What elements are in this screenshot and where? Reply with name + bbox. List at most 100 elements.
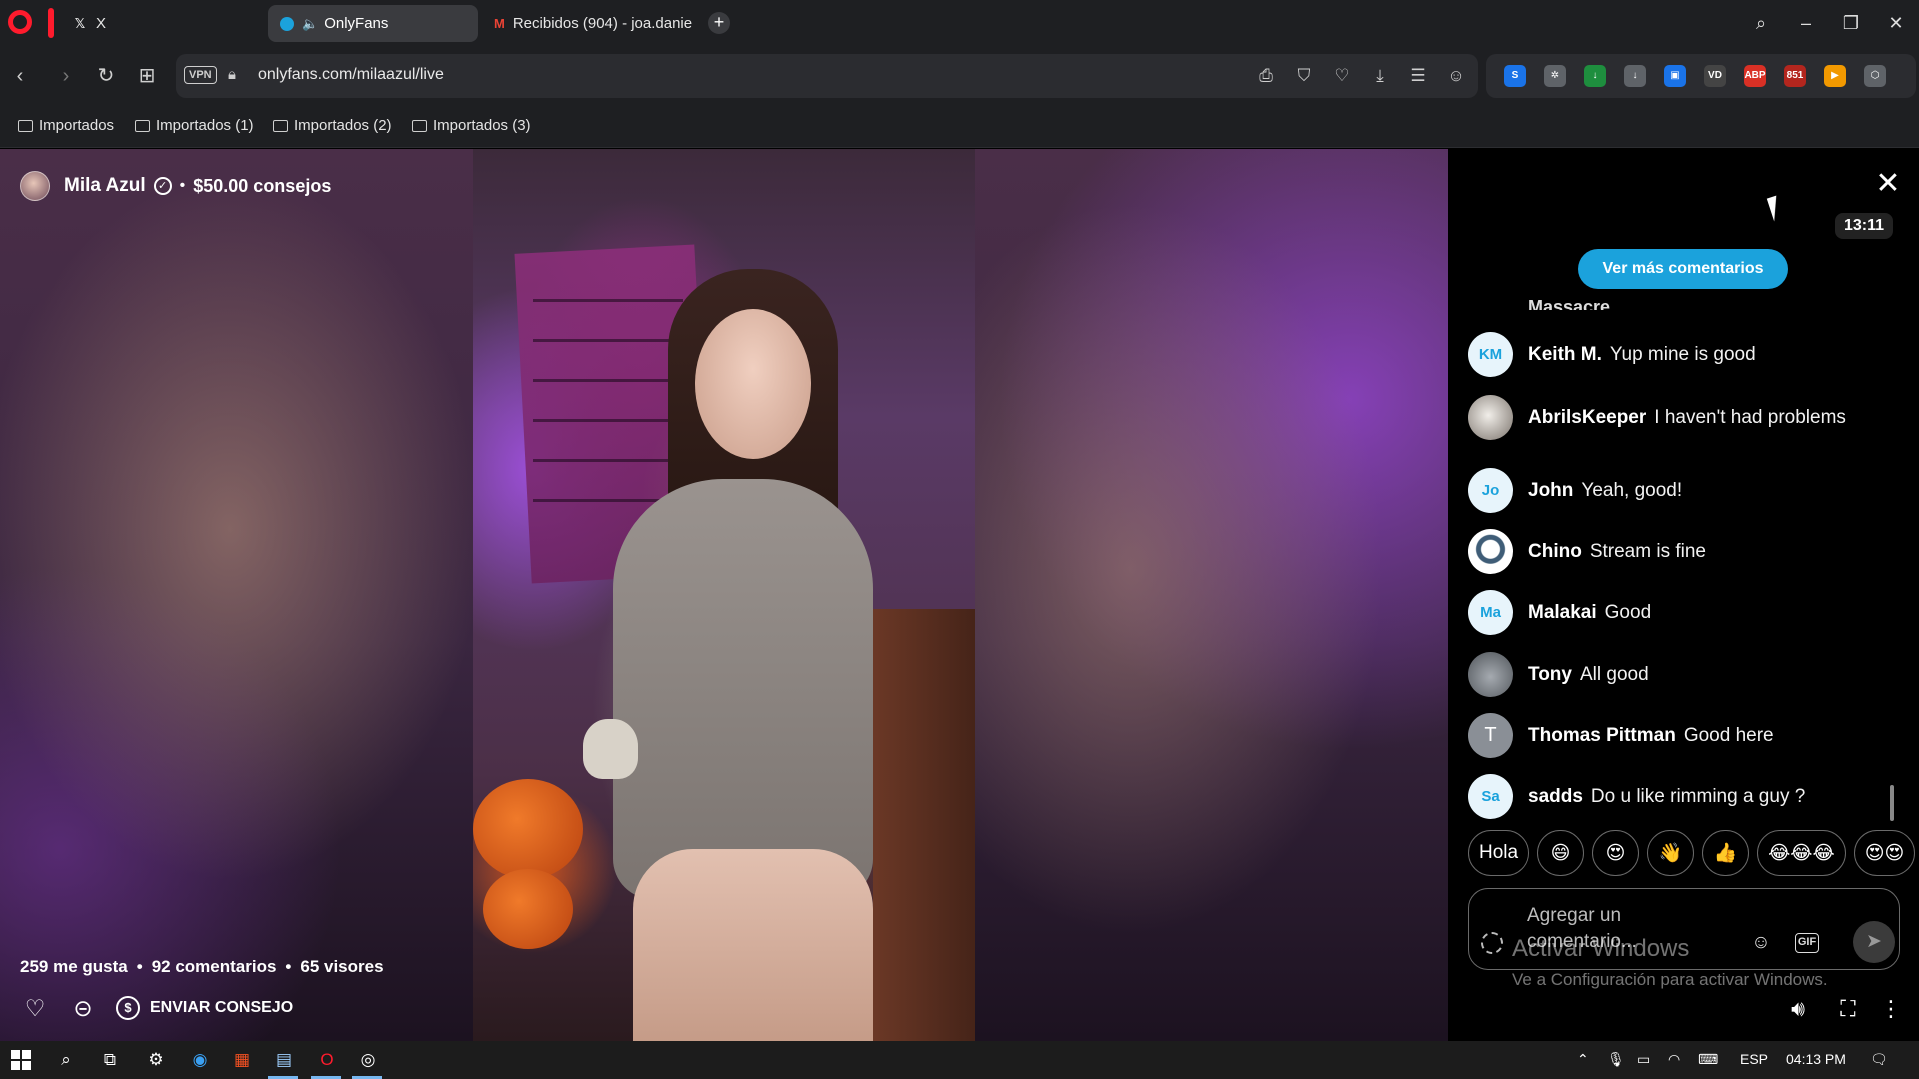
close-icon[interactable]: ✕	[1870, 167, 1906, 203]
avatar[interactable]: Sa	[1468, 774, 1513, 819]
comment-bubble-icon[interactable]: ⊝	[68, 993, 98, 1023]
download-icon[interactable]: ⤓	[1368, 64, 1392, 88]
comment-username[interactable]: sadds	[1528, 786, 1583, 807]
extension-2-icon[interactable]: ✲	[1544, 65, 1566, 87]
tab-label: Recibidos (904) - joa.danie	[512, 15, 692, 32]
avatar[interactable]	[20, 171, 50, 201]
search-tabs-icon[interactable]: ⌕	[1747, 10, 1775, 36]
tab-x[interactable]: 𝕏 X	[60, 5, 210, 42]
url-text[interactable]: onlyfans.com/milaazul/live	[258, 66, 444, 84]
quick-reply-heart-eyes-multi[interactable]: 😍😍	[1853, 830, 1916, 876]
address-bar[interactable]: VPN 🔒︎ onlyfans.com/milaazul/live ⎙ ⛉ ♡ …	[176, 54, 1478, 98]
battery-icon[interactable]: ▭	[1637, 1051, 1650, 1068]
comment-username[interactable]: Chino	[1528, 541, 1582, 562]
quick-reply-hola[interactable]: Hola	[1468, 830, 1530, 876]
app-settings-icon[interactable]: ⚙	[144, 1048, 168, 1072]
extension-10-icon[interactable]: ⬡	[1864, 65, 1886, 87]
shield-icon[interactable]: ⛉	[1292, 64, 1316, 88]
quick-reply-wave[interactable]: 👋	[1647, 830, 1695, 876]
notifications-icon[interactable]: 🗨︎	[1870, 1051, 1888, 1068]
comment-username[interactable]: Thomas Pittman	[1528, 725, 1676, 746]
quick-reply-heart-eyes[interactable]: 😍	[1592, 830, 1640, 876]
bookmark-folder-importados-3[interactable]: Importados (3)	[412, 117, 531, 134]
poster-text-line	[533, 459, 683, 462]
comment-text: Good here	[1683, 725, 1774, 746]
tab-onlyfans[interactable]: 🔈 OnlyFans	[268, 5, 478, 42]
streamer-name[interactable]: Mila Azul	[64, 175, 146, 197]
search-icon[interactable]: ⌕	[54, 1048, 78, 1072]
opera-taskbar-icon[interactable]: O	[315, 1048, 339, 1072]
bookmark-folder-importados-2[interactable]: Importados (2)	[273, 117, 392, 134]
avatar[interactable]	[1468, 529, 1513, 574]
like-heart-icon[interactable]: ♡	[20, 993, 50, 1023]
comment-username[interactable]: Keith M.	[1528, 344, 1602, 365]
tab-gmail[interactable]: M Recibidos (904) - joa.danie	[482, 5, 692, 42]
more-comments-button[interactable]: Ver más comentarios	[1578, 249, 1788, 289]
emoji-icon[interactable]: ☺	[1747, 929, 1775, 957]
chat-comment: KM Keith M. Yup mine is good	[1468, 332, 1878, 377]
avatar[interactable]: Jo	[1468, 468, 1513, 513]
chat-scrollbar[interactable]	[1890, 785, 1894, 821]
wifi-icon[interactable]: ◠	[1668, 1051, 1680, 1068]
bookmark-folder-importados[interactable]: Importados	[18, 117, 114, 134]
lock-icon[interactable]: 🔒︎	[228, 66, 236, 83]
keyboard-icon[interactable]: ⌨	[1698, 1051, 1718, 1068]
live-video[interactable]	[473, 149, 975, 1041]
forward-icon[interactable]: ›	[52, 62, 80, 90]
quick-reply-laughing[interactable]: 😂😂😂	[1757, 830, 1846, 876]
verified-badge-icon: ✓	[153, 177, 172, 195]
restore-icon[interactable]: ❐	[1837, 10, 1865, 36]
language-indicator[interactable]: ESP	[1740, 1051, 1768, 1067]
quick-reply-thumbs-up[interactable]: 👍	[1702, 830, 1750, 876]
avatar[interactable]: KM	[1468, 332, 1513, 377]
more-options-icon[interactable]: ⋮	[1876, 994, 1906, 1024]
fullscreen-icon[interactable]: ⛶	[1833, 994, 1863, 1024]
tray-expand-icon[interactable]: ⌃	[1577, 1051, 1589, 1068]
windows-start-icon[interactable]	[9, 1048, 33, 1072]
extension-adblock-icon[interactable]: ABP	[1744, 65, 1766, 87]
snapshot-icon[interactable]: ⎙	[1254, 64, 1278, 88]
comment-body: Keith M. Yup mine is good	[1528, 332, 1756, 367]
extension-6-icon[interactable]: VD	[1704, 65, 1726, 87]
extension-3-icon[interactable]: ↓	[1584, 65, 1606, 87]
store-icon[interactable]: ▦	[230, 1048, 254, 1072]
avatar[interactable]	[1468, 395, 1513, 440]
comment-username[interactable]: Tony	[1528, 664, 1572, 685]
speaker-icon[interactable]: 🔈	[302, 16, 318, 32]
vpn-badge[interactable]: VPN	[184, 66, 217, 84]
reload-icon[interactable]: ↻	[92, 62, 120, 90]
edge-icon[interactable]: ◉	[188, 1048, 212, 1072]
quick-reply-grin[interactable]: 😄	[1537, 830, 1585, 876]
close-window-icon[interactable]: ✕	[1882, 10, 1910, 36]
send-tip-button[interactable]: $ ENVIAR CONSEJO	[116, 996, 293, 1020]
comment-username[interactable]: Malakai	[1528, 602, 1597, 623]
minimize-icon[interactable]: –	[1792, 10, 1820, 36]
avatar[interactable]: T	[1468, 713, 1513, 758]
bookmark-folder-importados-1[interactable]: Importados (1)	[135, 117, 254, 134]
app-icon[interactable]: ▤	[272, 1048, 296, 1072]
extension-5-icon[interactable]: ▣	[1664, 65, 1686, 87]
extension-4-icon[interactable]: ↓	[1624, 65, 1646, 87]
task-view-icon[interactable]: ⧉	[98, 1048, 122, 1072]
extension-1-icon[interactable]: S	[1504, 65, 1526, 87]
microphone-icon[interactable]: 🎙︎	[1607, 1051, 1625, 1068]
back-icon[interactable]: ‹	[6, 62, 34, 90]
app-circle-icon[interactable]: ◎	[356, 1048, 380, 1072]
profile-icon[interactable]: ☺	[1444, 64, 1468, 88]
speed-dial-icon[interactable]: ⊞	[133, 62, 161, 90]
skull-decoration	[583, 719, 638, 779]
extension-9-icon[interactable]: ▶	[1824, 65, 1846, 87]
heart-bookmark-icon[interactable]: ♡	[1330, 64, 1354, 88]
avatar[interactable]: Ma	[1468, 590, 1513, 635]
gif-icon[interactable]: GIF	[1795, 933, 1819, 953]
opera-menu-icon[interactable]	[8, 10, 32, 34]
comment-username[interactable]: AbrilsKeeper	[1528, 407, 1646, 428]
new-tab-button[interactable]: +	[708, 12, 730, 34]
comment-username[interactable]: John	[1528, 480, 1573, 501]
volume-icon[interactable]: 🔊︎	[1783, 994, 1813, 1024]
clock[interactable]: 04:13 PM	[1786, 1051, 1846, 1067]
extension-8-icon[interactable]: 851	[1784, 65, 1806, 87]
send-icon[interactable]: ➤	[1853, 921, 1895, 963]
easy-setup-icon[interactable]: ☰	[1406, 64, 1430, 88]
avatar[interactable]	[1468, 652, 1513, 697]
